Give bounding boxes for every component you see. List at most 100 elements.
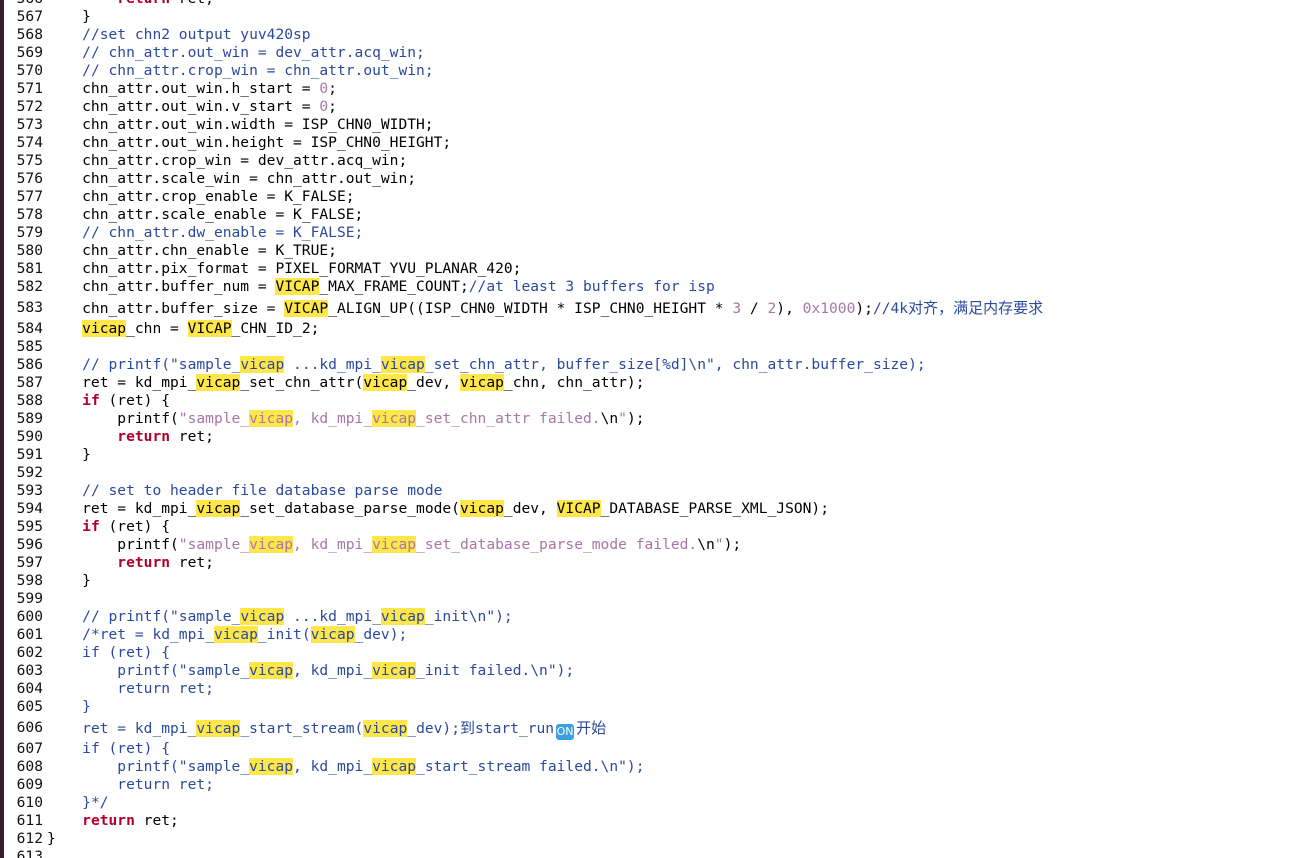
code-text[interactable]: } [47, 698, 91, 716]
code-line[interactable]: 580 chn_attr.chn_enable = K_TRUE; [0, 242, 1296, 260]
code-line[interactable]: 590 return ret; [0, 428, 1296, 446]
code-text[interactable]: chn_attr.chn_enable = K_TRUE; [47, 242, 337, 260]
code-text[interactable]: // set to header file database parse mod… [47, 482, 442, 500]
code-text[interactable]: // chn_attr.dw_enable = K_FALSE; [47, 224, 363, 242]
code-text[interactable]: // chn_attr.out_win = dev_attr.acq_win; [47, 44, 425, 62]
code-text[interactable]: }*/ [47, 794, 108, 812]
code-line[interactable]: 595 if (ret) { [0, 518, 1296, 536]
code-text[interactable]: } [47, 572, 91, 590]
code-line[interactable]: 598 } [0, 572, 1296, 590]
code-text[interactable]: chn_attr.crop_win = dev_attr.acq_win; [47, 152, 407, 170]
line-number: 570 [16, 62, 43, 79]
search-highlight: vicap [196, 720, 241, 737]
code-text[interactable]: return ret; [47, 812, 179, 830]
code-line[interactable]: 572 chn_attr.out_win.v_start = 0; [0, 98, 1296, 116]
code-line[interactable]: 583 chn_attr.buffer_size = VICAP_ALIGN_U… [0, 296, 1296, 320]
code-line[interactable]: 574 chn_attr.out_win.height = ISP_CHN0_H… [0, 134, 1296, 152]
code-line[interactable]: 588 if (ret) { [0, 392, 1296, 410]
code-line[interactable]: 600 // printf("sample_vicap ...kd_mpi_vi… [0, 608, 1296, 626]
code-text[interactable]: chn_attr.scale_win = chn_attr.out_win; [47, 170, 416, 188]
code-text[interactable]: } [47, 8, 91, 26]
line-number: 602 [16, 644, 43, 661]
code-text[interactable]: if (ret) { [47, 644, 170, 662]
code-line[interactable]: 602 if (ret) { [0, 644, 1296, 662]
code-line[interactable]: 606 ret = kd_mpi_vicap_start_stream(vica… [0, 716, 1296, 740]
code-line[interactable]: 587 ret = kd_mpi_vicap_set_chn_attr(vica… [0, 374, 1296, 392]
code-line[interactable]: 607 if (ret) { [0, 740, 1296, 758]
code-text[interactable]: // printf("sample_vicap ...kd_mpi_vicap_… [47, 608, 513, 626]
code-line[interactable]: 575 chn_attr.crop_win = dev_attr.acq_win… [0, 152, 1296, 170]
code-text[interactable]: chn_attr.buffer_size = VICAP_ALIGN_UP((I… [47, 296, 1043, 321]
code-text[interactable]: printf("sample_vicap, kd_mpi_vicap_start… [47, 758, 645, 776]
code-text[interactable]: return ret; [47, 680, 214, 698]
code-line[interactable]: 596 printf("sample_vicap, kd_mpi_vicap_s… [0, 536, 1296, 554]
code-line[interactable]: 605 } [0, 698, 1296, 716]
code-line[interactable]: 593 // set to header file database parse… [0, 482, 1296, 500]
code-line[interactable]: 582 chn_attr.buffer_num = VICAP_MAX_FRAM… [0, 278, 1296, 296]
code-line[interactable]: 573 chn_attr.out_win.width = ISP_CHN0_WI… [0, 116, 1296, 134]
code-line[interactable]: 611 return ret; [0, 812, 1296, 830]
code-line[interactable]: 612} [0, 830, 1296, 848]
code-line[interactable]: 568 //set chn2 output yuv420sp [0, 26, 1296, 44]
code-text[interactable]: } [47, 830, 56, 848]
code-line[interactable]: 566 return ret; [0, 0, 1296, 8]
code-text[interactable]: if (ret) { [47, 740, 170, 758]
code-text[interactable]: printf("sample_vicap, kd_mpi_vicap_set_c… [47, 410, 645, 428]
code-line[interactable]: 585 [0, 338, 1296, 356]
code-line[interactable]: 569 // chn_attr.out_win = dev_attr.acq_w… [0, 44, 1296, 62]
code-line[interactable]: 570 // chn_attr.crop_win = chn_attr.out_… [0, 62, 1296, 80]
code-line[interactable]: 567 } [0, 8, 1296, 26]
code-text[interactable]: chn_attr.crop_enable = K_FALSE; [47, 188, 355, 206]
code-line[interactable]: 613 [0, 848, 1296, 858]
code-token: chn_attr.crop_enable = K_FALSE; [47, 188, 355, 205]
code-text[interactable]: return ret; [47, 428, 214, 446]
code-line[interactable]: 604 return ret; [0, 680, 1296, 698]
code-token: //4k [872, 300, 909, 317]
code-text[interactable]: if (ret) { [47, 392, 170, 410]
code-line[interactable]: 584 vicap_chn = VICAP_CHN_ID_2; [0, 320, 1296, 338]
code-line[interactable]: 579 // chn_attr.dw_enable = K_FALSE; [0, 224, 1296, 242]
code-text[interactable]: // chn_attr.crop_win = chn_attr.out_win; [47, 62, 433, 80]
code-text[interactable]: printf("sample_vicap, kd_mpi_vicap_set_d… [47, 536, 741, 554]
code-editor[interactable]: 566 return ret;567 }568 //set chn2 outpu… [0, 0, 1296, 858]
code-line[interactable]: 586 // printf("sample_vicap ...kd_mpi_vi… [0, 356, 1296, 374]
code-line[interactable]: 578 chn_attr.scale_enable = K_FALSE; [0, 206, 1296, 224]
code-text[interactable]: chn_attr.out_win.h_start = 0; [47, 80, 337, 98]
code-text[interactable]: chn_attr.out_win.height = ISP_CHN0_HEIGH… [47, 134, 451, 152]
code-line[interactable]: 589 printf("sample_vicap, kd_mpi_vicap_s… [0, 410, 1296, 428]
code-text[interactable]: chn_attr.pix_format = PIXEL_FORMAT_YVU_P… [47, 260, 521, 278]
code-text[interactable]: /*ret = kd_mpi_vicap_init(vicap_dev); [47, 626, 407, 644]
code-text[interactable]: return ret; [47, 0, 214, 8]
code-line[interactable]: 571 chn_attr.out_win.h_start = 0; [0, 80, 1296, 98]
code-text[interactable]: chn_attr.scale_enable = K_FALSE; [47, 206, 363, 224]
code-text[interactable]: if (ret) { [47, 518, 170, 536]
code-line[interactable]: 601 /*ret = kd_mpi_vicap_init(vicap_dev)… [0, 626, 1296, 644]
code-line[interactable]: 594 ret = kd_mpi_vicap_set_database_pars… [0, 500, 1296, 518]
code-text[interactable]: ret = kd_mpi_vicap_set_chn_attr(vicap_de… [47, 374, 645, 392]
code-line[interactable]: 608 printf("sample_vicap, kd_mpi_vicap_s… [0, 758, 1296, 776]
code-text[interactable]: ret = kd_mpi_vicap_set_database_parse_mo… [47, 500, 829, 518]
code-token: if (ret) { [82, 644, 171, 661]
code-line[interactable]: 592 [0, 464, 1296, 482]
code-text[interactable]: vicap_chn = VICAP_CHN_ID_2; [47, 320, 319, 338]
code-text[interactable]: // printf("sample_vicap ...kd_mpi_vicap_… [47, 356, 926, 374]
code-text[interactable]: chn_attr.out_win.v_start = 0; [47, 98, 337, 116]
code-line[interactable]: 577 chn_attr.crop_enable = K_FALSE; [0, 188, 1296, 206]
code-text[interactable]: return ret; [47, 554, 214, 572]
code-line[interactable]: 576 chn_attr.scale_win = chn_attr.out_wi… [0, 170, 1296, 188]
code-text[interactable]: return ret; [47, 776, 214, 794]
code-text[interactable]: ret = kd_mpi_vicap_start_stream(vicap_de… [47, 716, 606, 741]
code-text[interactable]: chn_attr.buffer_num = VICAP_MAX_FRAME_CO… [47, 278, 715, 296]
code-line[interactable]: 609 return ret; [0, 776, 1296, 794]
code-line[interactable]: 603 printf("sample_vicap, kd_mpi_vicap_i… [0, 662, 1296, 680]
code-text[interactable]: chn_attr.out_win.width = ISP_CHN0_WIDTH; [47, 116, 433, 134]
code-text[interactable]: } [47, 446, 91, 464]
code-line[interactable]: 581 chn_attr.pix_format = PIXEL_FORMAT_Y… [0, 260, 1296, 278]
code-line[interactable]: 610 }*/ [0, 794, 1296, 812]
code-text[interactable]: printf("sample_vicap, kd_mpi_vicap_init … [47, 662, 574, 680]
code-line[interactable]: 591 } [0, 446, 1296, 464]
code-line[interactable]: 599 [0, 590, 1296, 608]
code-text[interactable]: //set chn2 output yuv420sp [47, 26, 310, 44]
code-line[interactable]: 597 return ret; [0, 554, 1296, 572]
